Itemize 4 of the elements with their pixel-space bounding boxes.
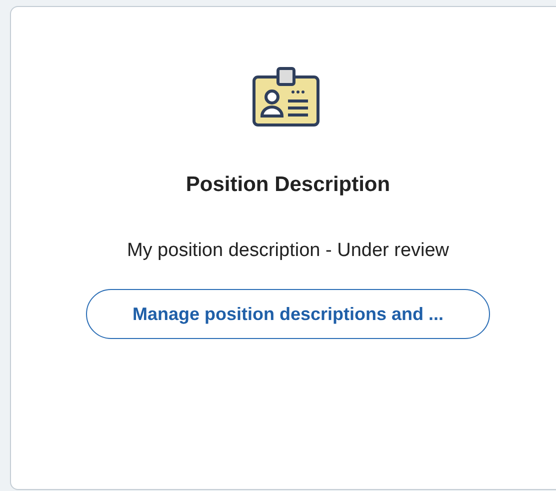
card-description: My position description - Under review xyxy=(126,239,450,263)
manage-button[interactable]: Manage position descriptions and ... xyxy=(86,289,490,339)
card-title: Position Description xyxy=(186,173,390,197)
id-badge-icon xyxy=(252,67,320,127)
